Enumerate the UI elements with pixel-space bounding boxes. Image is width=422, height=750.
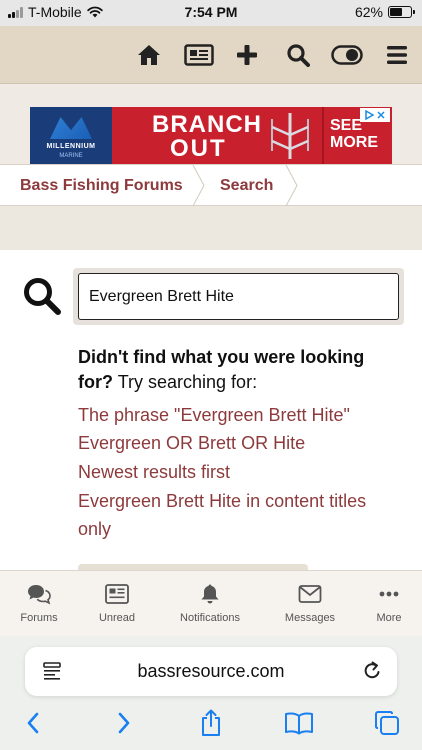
breadcrumb-item-forums[interactable]: Bass Fishing Forums — [20, 177, 183, 195]
chat-bubbles-icon — [28, 585, 51, 605]
tab-messages-label: Messages — [284, 612, 336, 624]
ad-cta-label: SEE MORE — [330, 117, 378, 151]
no-results-hint: Try searching for: — [117, 372, 258, 392]
ad-headline-line2: OUT — [170, 135, 227, 162]
home-icon[interactable] — [136, 42, 162, 68]
reload-icon[interactable] — [361, 660, 383, 682]
back-icon[interactable] — [18, 708, 48, 738]
envelope-icon — [298, 585, 322, 603]
advertisement-banner[interactable]: MILLENNIUM MARINE BRANCH OUT SEE MORE — [30, 107, 392, 164]
toggle-icon[interactable] — [331, 42, 363, 68]
tab-more[interactable]: More — [347, 571, 422, 637]
brand-mark-icon — [50, 117, 92, 139]
tab-forums-label: Forums — [20, 612, 58, 624]
site-header — [0, 26, 422, 84]
status-right: 62% — [354, 4, 415, 20]
chevron-right-icon — [285, 165, 298, 206]
ad-brand-sub: MARINE — [59, 153, 83, 159]
forum-tab-bar: Forums Unread Notifications Messages Mor… — [0, 570, 422, 636]
tab-notifications-label: Notifications — [180, 612, 240, 624]
search-field-wrapper — [73, 268, 404, 325]
suggestion-or-link[interactable]: Evergreen OR Brett OR Hite — [78, 429, 398, 457]
forward-icon[interactable] — [109, 708, 139, 738]
bell-icon — [201, 584, 219, 604]
ad-brand-logo: MILLENNIUM MARINE — [30, 107, 112, 164]
tab-unread[interactable]: Unread — [75, 571, 159, 637]
search-icon[interactable] — [285, 42, 311, 68]
search-input[interactable] — [78, 273, 399, 320]
bookmarks-icon[interactable] — [284, 708, 314, 738]
ad-cta-button[interactable]: SEE MORE — [322, 107, 392, 164]
share-icon[interactable] — [196, 708, 226, 738]
tab-forums[interactable]: Forums — [0, 571, 81, 637]
ellipsis-icon — [379, 591, 399, 597]
ad-brand-name: MILLENNIUM — [46, 143, 96, 150]
newspaper-icon — [105, 584, 129, 604]
tab-unread-label: Unread — [98, 612, 136, 624]
plus-icon[interactable] — [234, 42, 260, 68]
status-bar: T-Mobile 7:54 PM 62% — [0, 0, 422, 26]
tab-messages[interactable]: Messages — [268, 571, 352, 637]
suggestion-newest-link[interactable]: Newest results first — [78, 458, 398, 486]
battery-icon — [388, 6, 415, 18]
tabs-icon[interactable] — [372, 708, 402, 738]
suggestion-phrase-link[interactable]: The phrase "Evergreen Brett Hite" — [78, 401, 398, 429]
url-text: bassresource.com — [137, 661, 285, 681]
adchoices-icon[interactable] — [360, 108, 390, 122]
rod-rack-icon — [271, 113, 309, 159]
breadcrumb: Bass Fishing Forums Search — [0, 164, 422, 206]
menu-icon[interactable] — [384, 42, 410, 68]
page-spacer — [0, 206, 422, 250]
breadcrumb-item-search[interactable]: Search — [220, 177, 273, 195]
tab-notifications[interactable]: Notifications — [168, 571, 252, 637]
chevron-right-icon — [192, 165, 205, 206]
battery-percent: 62% — [354, 4, 383, 20]
no-results-message: Didn't find what you were looking for? T… — [78, 345, 398, 395]
tab-more-label: More — [376, 612, 402, 624]
address-bar[interactable]: bassresource.com — [25, 647, 397, 696]
search-icon — [24, 278, 61, 315]
suggestion-titles-link[interactable]: Evergreen Brett Hite in content titles o… — [78, 487, 398, 543]
newspaper-icon[interactable] — [184, 42, 214, 68]
battery-level-fill — [390, 8, 403, 16]
